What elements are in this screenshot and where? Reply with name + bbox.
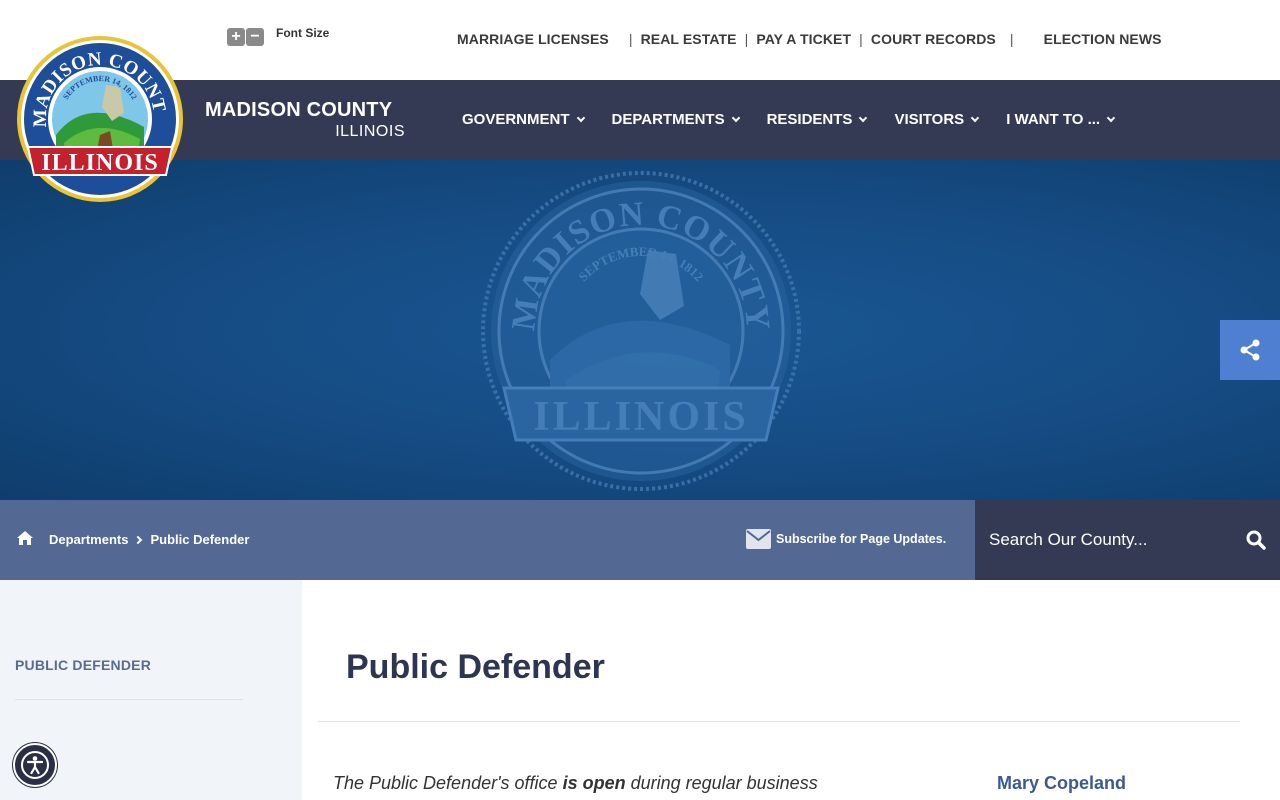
quicklink-separator: | <box>859 31 863 47</box>
breadcrumb: Departments Public Defender <box>49 532 249 547</box>
quicklink-separator: | <box>1009 31 1014 47</box>
intro-text-start: The Public Defender's office <box>333 773 563 793</box>
quicklink-real-estate[interactable]: REAL ESTATE <box>641 31 737 47</box>
intro-text-end: during regular business <box>625 773 818 793</box>
chevron-down-icon <box>970 113 980 122</box>
page-title: Public Defender <box>346 648 605 686</box>
quicklink-pay-a-ticket[interactable]: PAY A TICKET <box>756 31 851 47</box>
accessibility-button[interactable] <box>13 743 57 787</box>
main-nav: GOVERNMENT DEPARTMENTS RESIDENTS VISITOR… <box>462 111 1142 128</box>
county-seal-logo[interactable]: MADISON COUNTY SEPTEMBER 14, 1812 ILLINO… <box>16 35 184 203</box>
nav-residents[interactable]: RESIDENTS <box>766 111 868 128</box>
hero-seal-watermark: MADISON COUNTY SEPTEMBER 14, 1812 ILLINO… <box>481 171 801 491</box>
font-size-control: + − Font Size <box>227 26 330 46</box>
chevron-down-icon <box>731 113 740 122</box>
site-brand[interactable]: MADISON COUNTY ILLINOIS <box>205 99 405 141</box>
accessibility-icon <box>21 751 49 779</box>
breadcrumb-current: Public Defender <box>150 532 250 547</box>
font-decrease-button[interactable]: − <box>246 28 264 46</box>
quicklink-separator: | <box>744 31 749 47</box>
nav-i-want-to[interactable]: I WANT TO ... <box>1006 111 1116 128</box>
nav-visitors-label: VISITORS <box>894 111 965 128</box>
sidebar-divider <box>15 699 243 700</box>
nav-visitors[interactable]: VISITORS <box>894 111 980 128</box>
search-input[interactable] <box>989 526 1229 554</box>
intro-text: The Public Defender's office is open dur… <box>333 773 818 794</box>
nav-government[interactable]: GOVERNMENT <box>462 111 585 128</box>
hero-seal-banner-text: ILLINOIS <box>533 394 748 440</box>
contact-name: Mary Copeland <box>997 773 1127 793</box>
font-increase-button[interactable]: + <box>227 28 245 46</box>
subscribe-link[interactable]: Subscribe for Page Updates. <box>746 529 946 549</box>
hero-banner: MADISON COUNTY SEPTEMBER 14, 1812 ILLINO… <box>0 160 1280 500</box>
nav-departments[interactable]: DEPARTMENTS <box>611 111 740 128</box>
subscribe-label: Subscribe for Page Updates. <box>776 532 947 546</box>
chevron-down-icon <box>1106 113 1116 122</box>
quicklink-court-records[interactable]: COURT RECORDS <box>871 31 996 47</box>
search-icon[interactable] <box>1246 530 1266 550</box>
title-divider <box>318 721 1240 722</box>
brand-name: MADISON COUNTY <box>205 99 393 121</box>
search-area <box>975 500 1280 580</box>
brand-state: ILLINOIS <box>335 123 405 140</box>
quicklink-separator: | <box>628 31 633 47</box>
quick-links: MARRIAGE LICENSES | REAL ESTATE | PAY A … <box>457 31 1162 47</box>
home-icon[interactable] <box>16 530 34 546</box>
chevron-right-icon <box>134 535 143 544</box>
sidebar-item-public-defender[interactable]: PUBLIC DEFENDER <box>15 657 151 673</box>
chevron-down-icon <box>576 113 585 122</box>
seal-banner-text: ILLINOIS <box>41 150 158 176</box>
nav-i-want-to-label: I WANT TO ... <box>1006 111 1101 128</box>
envelope-icon <box>746 529 771 549</box>
quicklink-marriage-licenses[interactable]: MARRIAGE LICENSES <box>457 31 609 47</box>
quicklink-election-news[interactable]: ELECTION NEWS <box>1044 31 1162 47</box>
nav-residents-label: RESIDENTS <box>766 111 853 128</box>
breadcrumb-departments[interactable]: Departments <box>49 532 128 547</box>
font-size-label: Font Size <box>276 26 330 40</box>
share-icon <box>1240 339 1260 361</box>
chevron-down-icon <box>859 113 868 122</box>
utility-bar: + − Font Size MARRIAGE LICENSES | REAL E… <box>0 0 1280 80</box>
share-button[interactable] <box>1220 320 1280 380</box>
nav-government-label: GOVERNMENT <box>462 111 570 128</box>
intro-text-bold: is open <box>562 773 626 793</box>
nav-departments-label: DEPARTMENTS <box>611 111 725 128</box>
